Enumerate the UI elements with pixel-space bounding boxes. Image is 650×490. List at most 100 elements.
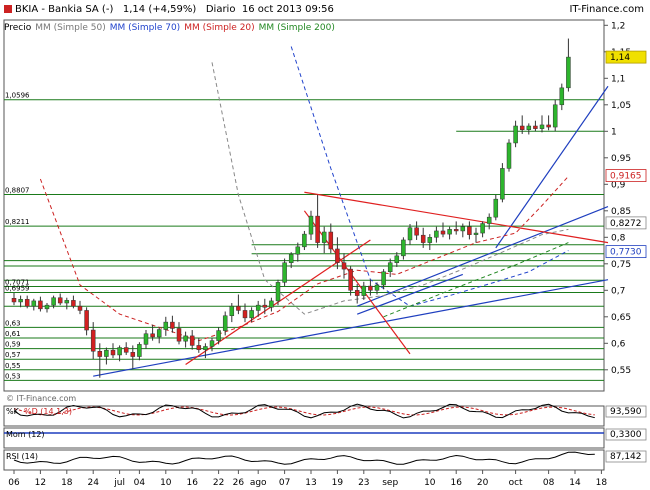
support-label: 0,57 [5,351,21,359]
candle-body [110,349,116,356]
candle-body [71,300,76,307]
candle-body [183,335,188,342]
candle-body [209,340,215,347]
candle-body [90,329,96,352]
candle-body [341,262,347,270]
candle-body [229,305,235,316]
candle-body [368,285,373,291]
candle-body [24,299,30,307]
candlestick-chart: 1,0596 0,8807 0,8211 0,7 07 1 0,6959 0,63 0,61 0,… [3,19,647,488]
support-label: 0,53 [5,372,21,380]
legend-mm70: MM (Simple 70) [109,23,181,33]
x-tick-label: 13 [305,478,316,488]
candle-body [51,297,56,306]
candle-body [447,229,452,235]
price-change: 1,14 (+4,59%) [122,4,197,15]
x-tick-label: 08 [543,478,555,488]
candle-body [308,215,314,235]
candle-body [242,310,248,319]
legend-mm50: MM (Simple 50) [35,23,106,33]
candle-body [302,233,307,248]
candle-body [288,254,294,263]
subchart-value: 93,590 [610,407,642,417]
candle-body [500,168,505,200]
candle-body [77,305,83,311]
y-tick-label: 1 [611,127,617,137]
candle-body [407,227,413,241]
legend-price: Precio [4,23,32,33]
candle-body [440,230,446,235]
subchart-value: 0,3300 [610,430,642,440]
legend-mm200: MM (Simple 200) [258,23,335,33]
candle-body [513,125,518,144]
support-label: 0,8211 [5,218,30,226]
y-tick-label: 1,2 [611,21,625,31]
candle-body [420,234,426,243]
y-tick-label: 0,85 [611,207,631,217]
y-tick-label: 0,6 [611,339,626,349]
candle-body [315,215,320,243]
candle-body [480,223,485,234]
x-tick-label: 10 [160,478,172,488]
subchart-label: Mom (12) [6,430,45,439]
x-tick-label: ago [250,478,267,488]
candle-body [170,321,175,329]
y-tick-label: 1,05 [611,101,631,111]
subchart-label: %K [6,407,20,416]
candle-body [533,125,538,129]
candle-body [203,346,208,350]
candle-body [216,330,221,341]
x-tick-label: 16 [450,478,462,488]
candle-body [361,285,367,296]
candle-body [394,255,400,263]
candle-body [31,300,37,307]
x-tick-label: oct [509,478,523,488]
period: Diario [205,4,236,15]
sort-icon[interactable] [4,5,12,13]
x-tick-label: 20 [477,478,489,488]
watermark: © IT-Finance.com [6,394,76,403]
candle-body [387,262,393,272]
candle-body [262,304,268,308]
candle-body [117,347,122,356]
candle-body [526,125,532,130]
subchart-frame [3,427,605,449]
y-tick-label: 0,8 [611,233,626,243]
x-tick-label: 04 [134,478,146,488]
candle-body [453,229,459,232]
candle-body [38,300,43,310]
candle-body [552,104,558,128]
candle-body [143,333,149,345]
x-tick-label: 12 [35,478,46,488]
candle-body [434,230,439,238]
candle-body [335,248,340,263]
y-tick-label: 1,1 [611,74,625,84]
candle-body [196,345,202,350]
candle-body [275,282,281,302]
candle-body [519,125,525,130]
candle-body [559,87,565,106]
candle-body [222,315,228,331]
candle-body [64,300,70,304]
x-tick-label: 23 [358,478,369,488]
y-tick-label: 0,55 [611,366,631,376]
y-tick-label: 0,75 [611,260,631,270]
price-tag: 1,14 [610,53,630,63]
candle-body [486,216,492,224]
candle-body [57,297,63,304]
x-tick-label: 24 [87,478,99,488]
support-label: 0,59 [5,341,21,349]
candle-body [150,333,155,338]
ticker-title: BKIA - Bankia SA (-) [15,4,114,15]
candle-body [44,304,50,310]
candle-body [11,298,17,303]
price-tag: 0,7730 [610,248,642,258]
support-label: 0,55 [5,362,21,370]
candle-body [249,310,254,319]
support-label: 0,6959 [5,284,30,292]
x-tick-label: 10 [424,478,436,488]
candle-body [467,226,472,235]
candle-body [473,232,479,235]
candle-body [546,124,551,128]
candle-body [348,268,353,291]
